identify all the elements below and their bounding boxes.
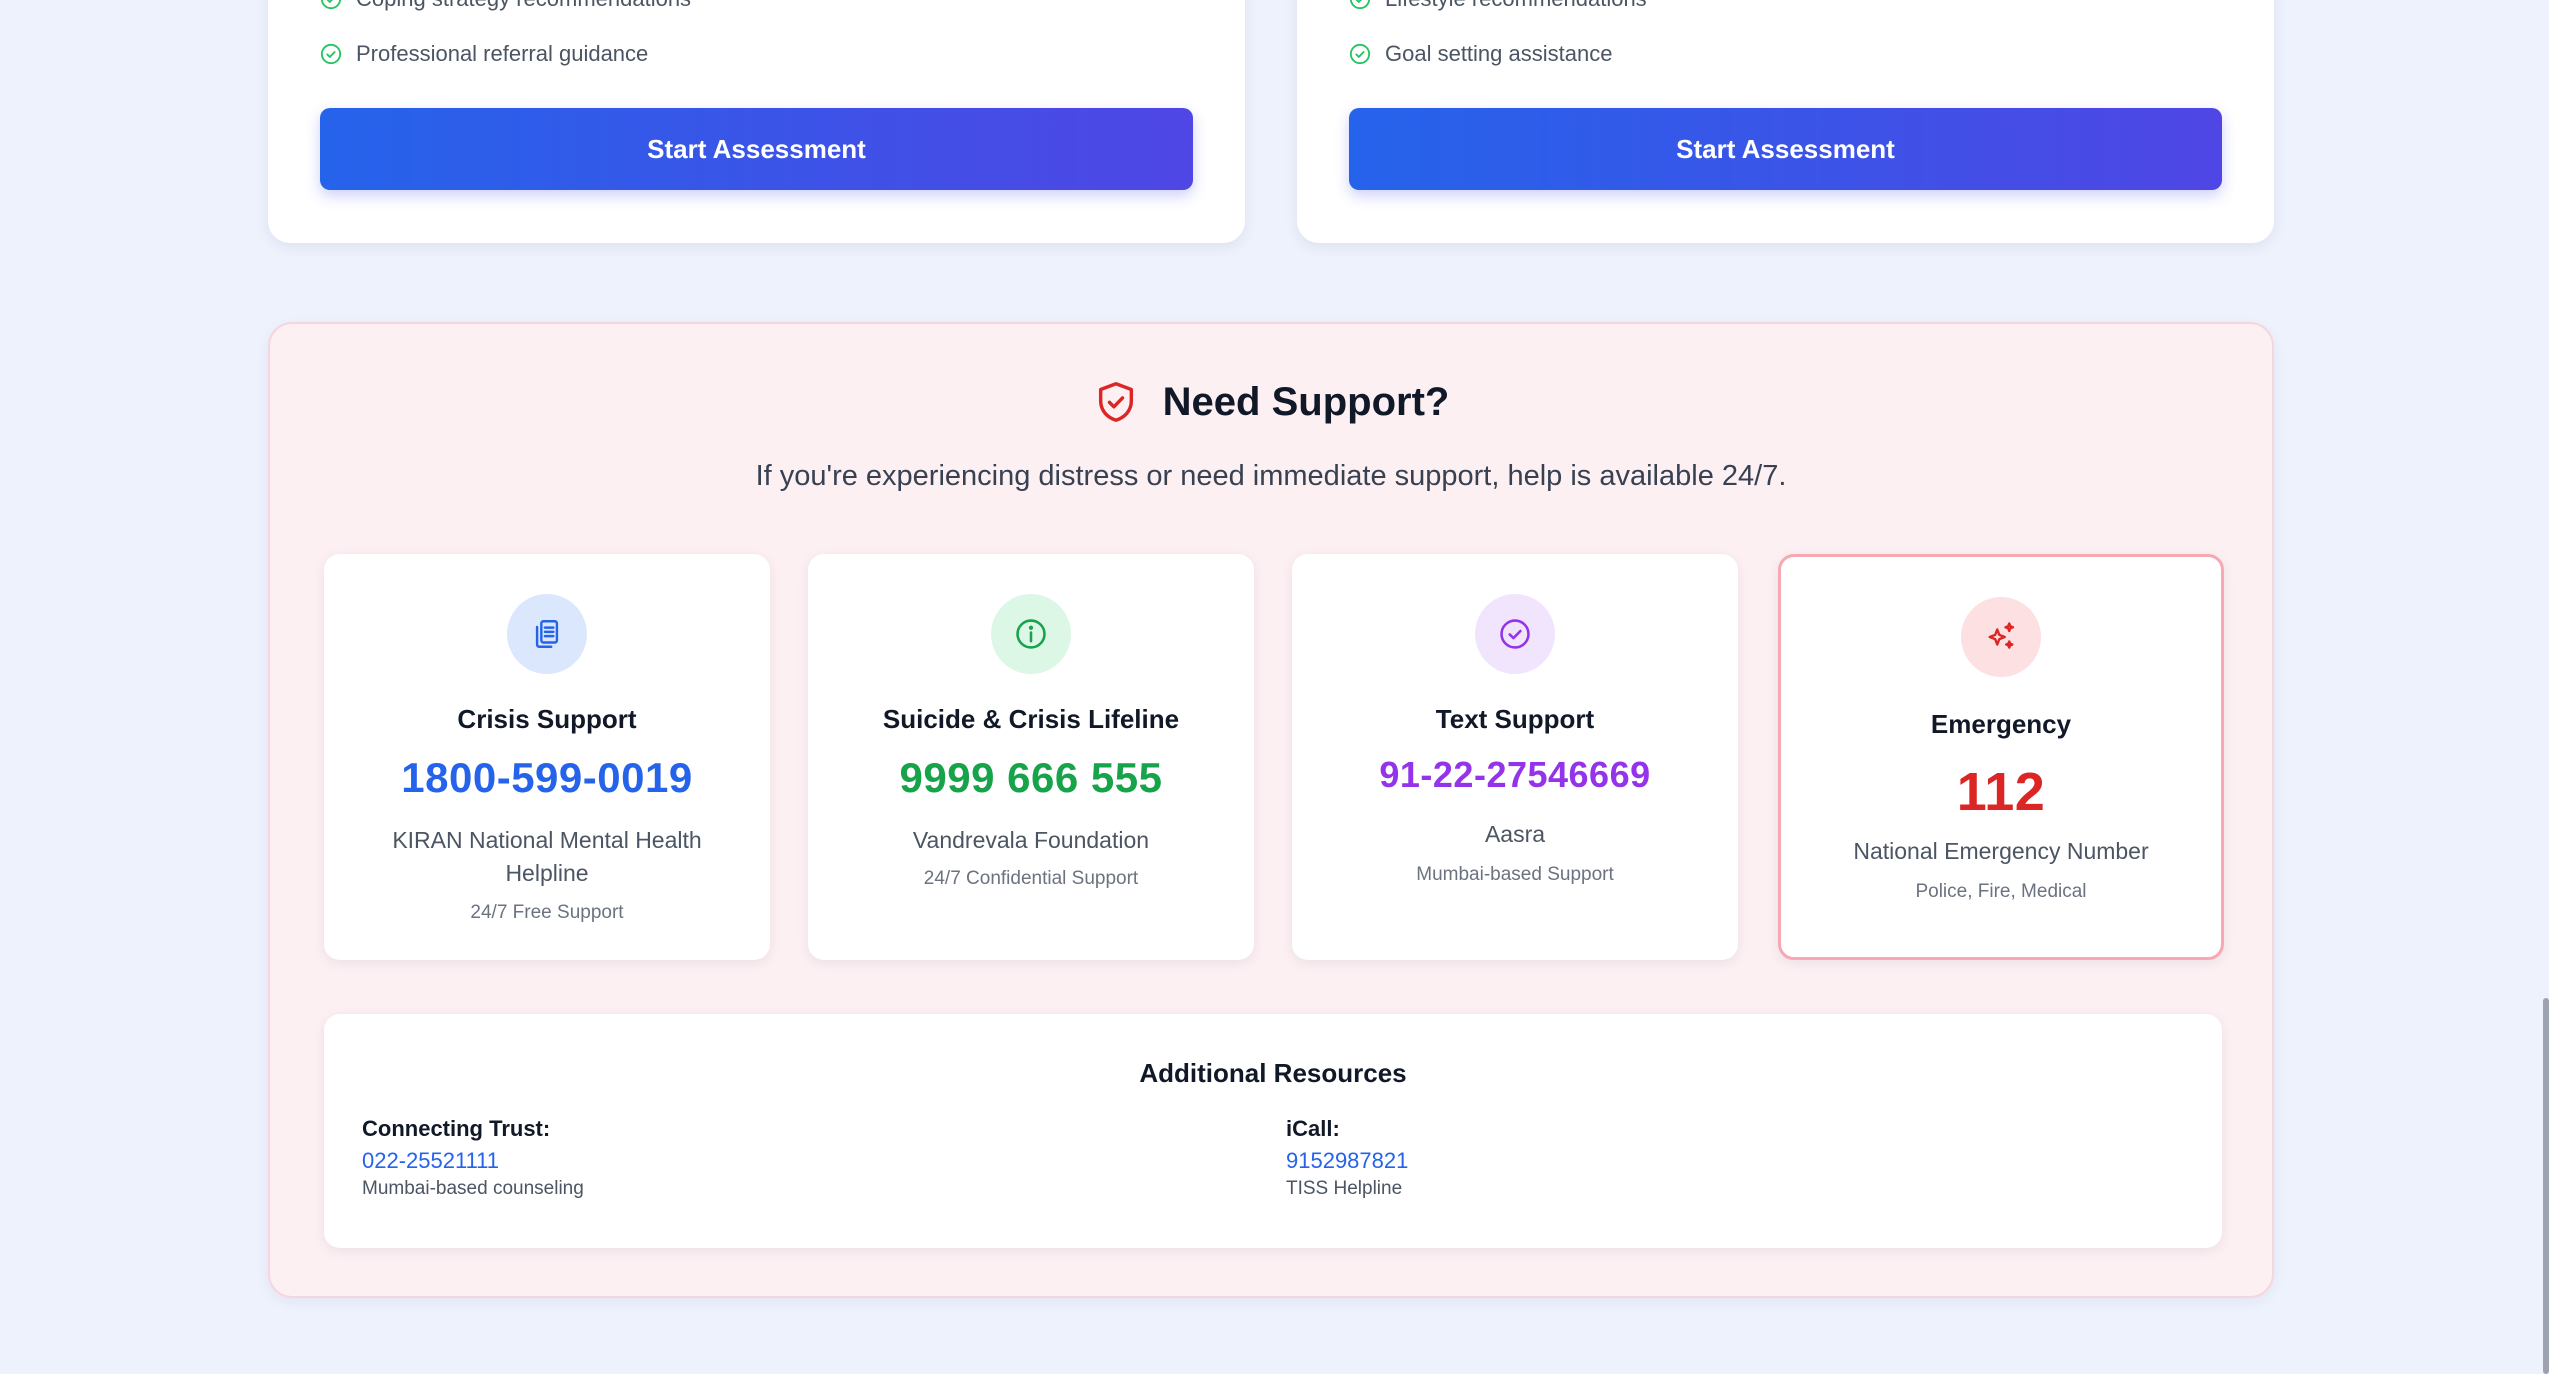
helpline-card-emergency: Emergency 112 National Emergency Number … (1778, 554, 2224, 960)
resource-description: TISS Helpline (1286, 1178, 1403, 1199)
helpline-organization: KIRAN National Mental Health Helpline (392, 827, 702, 886)
assessment-card-left: Coping strategy recommendations Professi… (268, 0, 1245, 243)
scrollbar[interactable] (2543, 998, 2549, 1374)
helpline-note: Mumbai-based Support (1416, 864, 1614, 885)
resource-phone-link[interactable]: 022-25521111 (362, 1148, 584, 1178)
start-assessment-button[interactable]: Start Assessment (320, 108, 1193, 190)
resource-item: Connecting Trust: 022-25521111 Mumbai-ba… (362, 1116, 584, 1200)
feature-item: Professional referral guidance (320, 41, 648, 67)
support-section: Need Support? If you're experiencing dis… (268, 322, 2274, 1298)
helpline-name: Crisis Support (457, 704, 637, 734)
check-circle-icon (1349, 43, 1371, 65)
helpline-organization: National Emergency Number (1853, 838, 2149, 864)
check-circle-icon (320, 0, 342, 10)
helpline-card-text-support: Text Support 91-22-27546669 Aasra Mumbai… (1292, 554, 1738, 960)
assessment-card-right: Lifestyle recommendations Goal setting a… (1297, 0, 2274, 243)
sparkles-icon (1961, 597, 2041, 677)
check-circle-icon (1349, 0, 1371, 10)
helpline-name: Text Support (1435, 704, 1595, 734)
support-heading: Need Support? (270, 378, 2272, 426)
feature-item: Coping strategy recommendations (320, 0, 691, 12)
helpline-note: 24/7 Free Support (470, 902, 624, 923)
clipboard-icon (507, 594, 587, 674)
feature-label: Lifestyle recommendations (1385, 0, 1647, 12)
helpline-number-link[interactable]: 9999 666 555 (808, 754, 1254, 802)
start-assessment-button[interactable]: Start Assessment (1349, 108, 2222, 190)
shield-check-icon (1093, 378, 1139, 426)
helpline-card-suicide-crisis-lifeline: Suicide & Crisis Lifeline 9999 666 555 V… (808, 554, 1254, 960)
feature-label: Professional referral guidance (356, 41, 649, 66)
helpline-name: Emergency (1930, 709, 2072, 739)
resource-phone-link[interactable]: 9152987821 (1286, 1148, 1408, 1178)
helpline-card-crisis-support: Crisis Support 1800-599-0019 KIRAN Natio… (324, 554, 770, 960)
helpline-organization: Aasra (1484, 821, 1546, 847)
info-icon (991, 594, 1071, 674)
helpline-organization: Vandrevala Foundation (912, 827, 1150, 853)
resource-description: Mumbai-based counseling (362, 1178, 584, 1199)
check-circle-icon (320, 43, 342, 65)
helpline-number-link[interactable]: 91-22-27546669 (1292, 754, 1738, 796)
page: Coping strategy recommendations Professi… (0, 0, 2549, 1374)
support-title: Need Support? (1162, 379, 1450, 424)
resource-item: iCall: 9152987821 TISS Helpline (1286, 1116, 1408, 1200)
feature-label: Goal setting assistance (1385, 41, 1613, 66)
check-circle-icon (1475, 594, 1555, 674)
feature-item: Goal setting assistance (1349, 41, 1612, 67)
feature-label: Coping strategy recommendations (356, 0, 691, 12)
resources-title: Additional Resources (1139, 1058, 1407, 1088)
resource-label: iCall: (1286, 1116, 1340, 1141)
resource-label: Connecting Trust: (362, 1116, 551, 1141)
helpline-note: 24/7 Confidential Support (923, 868, 1139, 889)
helpline-number-link[interactable]: 1800-599-0019 (324, 754, 770, 802)
additional-resources: Additional Resources Connecting Trust: 0… (324, 1014, 2222, 1248)
feature-item: Lifestyle recommendations (1349, 0, 1647, 12)
helpline-name: Suicide & Crisis Lifeline (882, 704, 1180, 734)
helpline-note: Police, Fire, Medical (1915, 881, 2087, 902)
helpline-number-link[interactable]: 112 (1781, 761, 2221, 823)
support-subtitle: If you're experiencing distress or need … (755, 460, 1787, 492)
